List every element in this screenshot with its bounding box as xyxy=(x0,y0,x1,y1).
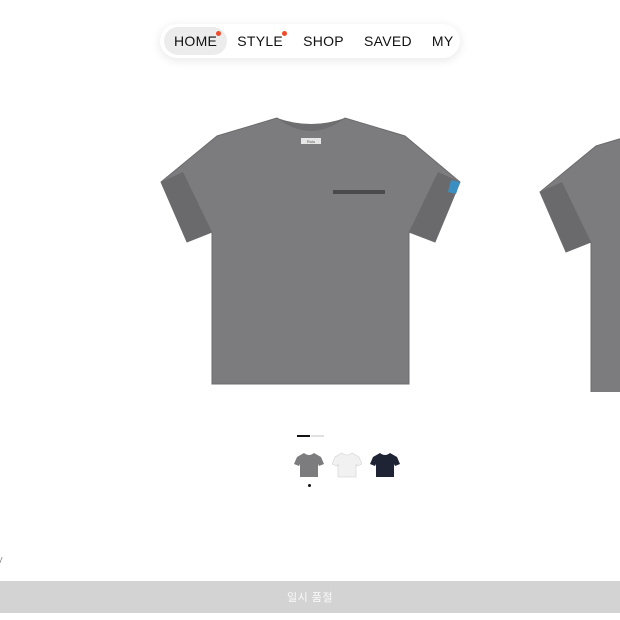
neck-tag-text: Rolo xyxy=(307,139,316,144)
nav-style[interactable]: STYLE xyxy=(227,27,293,55)
selected-swatch-indicator xyxy=(308,484,311,487)
pager-bar[interactable] xyxy=(311,435,324,437)
pager-bar-active[interactable] xyxy=(297,435,310,437)
pocket-trim xyxy=(333,190,385,194)
nav-home-label: HOME xyxy=(174,33,218,49)
gallery-pager xyxy=(297,435,324,437)
notification-dot xyxy=(216,31,222,36)
nav-shop-label: SHOP xyxy=(303,33,344,49)
nav-my[interactable]: MY xyxy=(422,27,464,55)
nav-saved[interactable]: SAVED xyxy=(354,27,422,55)
nav-saved-label: SAVED xyxy=(363,33,412,49)
top-nav: HOME STYLE SHOP SAVED MY xyxy=(160,24,460,58)
nav-style-label: STYLE xyxy=(237,33,284,49)
next-product-image[interactable] xyxy=(530,112,620,392)
tshirt-image-next xyxy=(539,138,620,392)
tshirt-image: Rolo xyxy=(160,117,461,385)
swatch-gray[interactable] xyxy=(294,450,324,480)
swatch-navy[interactable] xyxy=(370,450,400,480)
side-text: y xyxy=(0,554,3,564)
notification-dot xyxy=(282,31,288,36)
nav-shop[interactable]: SHOP xyxy=(293,27,354,55)
soldout-label: 일시 품절 xyxy=(286,592,334,604)
tshirt-thumb-icon xyxy=(332,452,362,478)
tshirt-thumb-icon xyxy=(370,453,400,477)
tshirt-thumb-icon xyxy=(294,453,324,477)
color-swatches xyxy=(294,450,400,480)
swatch-white[interactable] xyxy=(332,450,362,480)
product-image[interactable]: Rolo xyxy=(155,112,467,392)
soldout-button[interactable]: 일시 품절 xyxy=(0,581,620,613)
nav-home[interactable]: HOME xyxy=(164,27,228,55)
nav-my-label: MY xyxy=(431,33,454,49)
